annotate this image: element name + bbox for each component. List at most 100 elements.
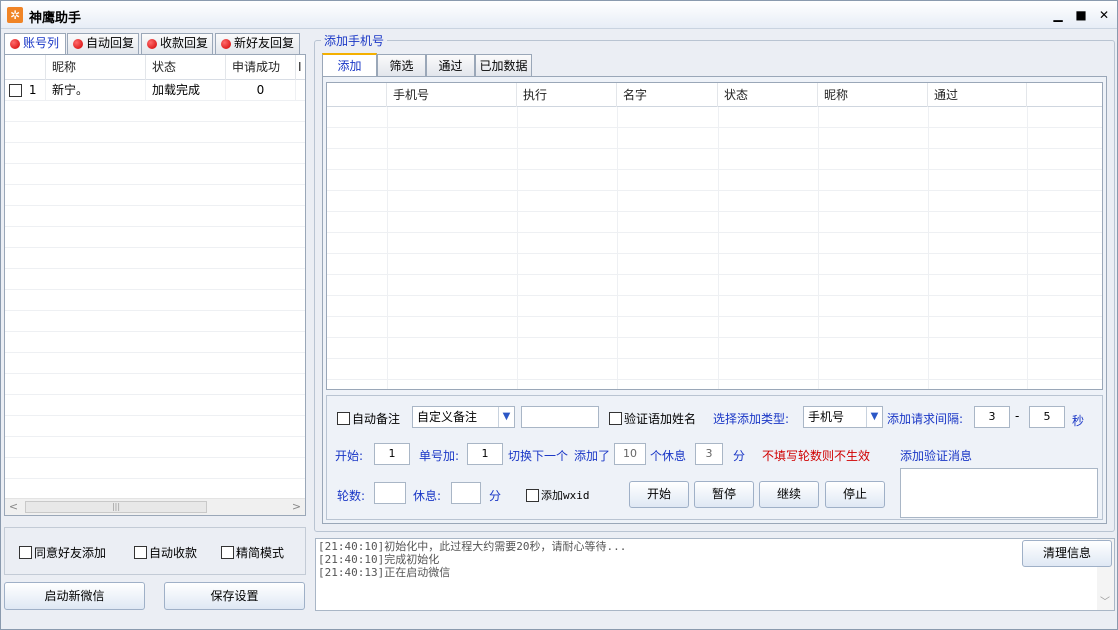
minimize-icon[interactable]: ▁ — [1049, 7, 1067, 23]
tab-filter[interactable]: 筛选 — [377, 54, 426, 76]
rest-input[interactable]: 3 — [695, 443, 723, 465]
empty-row — [5, 185, 305, 206]
pause-button[interactable]: 暂停 — [694, 481, 754, 508]
auto-remark-checkbox[interactable] — [337, 412, 350, 425]
auto-collect-option[interactable]: 自动收款 — [134, 544, 197, 561]
tab-pass[interactable]: 通过 — [426, 54, 475, 76]
maximize-icon[interactable]: ■ — [1072, 7, 1090, 23]
add-type-select[interactable]: 手机号 ▼ — [803, 406, 883, 428]
empty-row — [5, 416, 305, 437]
cell-nickname: 新宁。 — [46, 80, 146, 101]
add-wxid-option[interactable]: 添加wxid — [526, 487, 590, 503]
agree-friend-checkbox[interactable] — [19, 546, 32, 559]
empty-row — [5, 311, 305, 332]
row-select[interactable]: 1 — [5, 80, 46, 101]
stop-button[interactable]: 停止 — [825, 481, 885, 508]
record-dot-icon — [73, 39, 83, 49]
add-wxid-checkbox[interactable] — [526, 488, 539, 502]
empty-row — [5, 479, 305, 500]
per-number-input[interactable]: 1 — [467, 443, 503, 465]
tab-label: 新好友回复 — [234, 36, 295, 50]
chevron-down-icon: ▼ — [866, 407, 882, 427]
account-list[interactable]: 昵称 状态 申请成功 I 1 新宁。 加载完成 0 < ||| > — [4, 54, 306, 516]
switch-label: 切换下一个 — [508, 449, 569, 463]
header-status[interactable]: 状态 — [146, 55, 226, 80]
tab-added-data[interactable]: 已加数据 — [475, 54, 532, 76]
remark-input[interactable] — [521, 406, 599, 428]
window-title: 神鹰助手 — [29, 11, 82, 26]
auto-collect-checkbox[interactable] — [134, 546, 147, 559]
log-line: [21:40:13]正在启动微信 — [318, 566, 451, 579]
start-input[interactable]: 1 — [374, 443, 410, 465]
app-logo-icon: ✲ — [7, 7, 23, 23]
tab-label: 收款回复 — [160, 36, 209, 50]
start-button[interactable]: 开始 — [629, 481, 689, 508]
remark-select[interactable]: 自定义备注 ▼ — [412, 406, 515, 428]
empty-row — [327, 233, 1102, 254]
continue-button[interactable]: 继续 — [759, 481, 819, 508]
tab-label: 自动回复 — [86, 36, 135, 50]
header-passed[interactable]: 通过 — [928, 83, 1027, 107]
account-list-header: 昵称 状态 申请成功 I — [5, 55, 305, 80]
auto-collect-label: 自动收款 — [149, 546, 198, 560]
interval-dash: - — [1015, 409, 1020, 423]
header-name[interactable]: 名字 — [617, 83, 718, 107]
agree-friend-option[interactable]: 同意好友添加 — [19, 544, 106, 561]
empty-row — [327, 275, 1102, 296]
empty-row — [5, 101, 305, 122]
tab-new-friend-reply[interactable]: 新好友回复 — [215, 33, 300, 54]
table-row[interactable]: 1 新宁。 加载完成 0 — [5, 80, 305, 101]
added-count-input[interactable]: 10 — [614, 443, 646, 465]
verify-add-name-option[interactable]: 验证语加姓名 — [609, 410, 696, 427]
rest2-input[interactable] — [451, 482, 481, 504]
header-more[interactable]: I — [296, 55, 305, 80]
row-checkbox[interactable] — [9, 84, 22, 97]
auto-remark-option[interactable]: 自动备注 — [337, 410, 400, 427]
header-success[interactable]: 申请成功 — [226, 55, 296, 80]
scroll-down-icon[interactable]: ﹀ — [1100, 593, 1110, 608]
tab-add[interactable]: 添加 — [322, 53, 377, 76]
clear-log-button[interactable]: 清理信息 — [1022, 540, 1112, 567]
start-wechat-button[interactable]: 启动新微信 — [4, 582, 145, 610]
rounds-input[interactable] — [374, 482, 406, 504]
empty-row — [5, 227, 305, 248]
save-settings-button[interactable]: 保存设置 — [164, 582, 305, 610]
tab-accounts[interactable]: 账号列 — [4, 33, 66, 55]
chevron-down-icon: ▼ — [498, 407, 514, 427]
header-nickname[interactable]: 昵称 — [818, 83, 928, 107]
empty-row — [5, 437, 305, 458]
header-nickname[interactable]: 昵称 — [46, 55, 146, 80]
phone-table[interactable]: 手机号 执行 名字 状态 昵称 通过 — [326, 82, 1103, 390]
add-type-value: 手机号 — [808, 410, 845, 424]
verify-msg-label: 添加验证消息 — [900, 449, 973, 463]
agree-friend-label: 同意好友添加 — [34, 546, 107, 560]
scroll-right-icon[interactable]: > — [288, 499, 305, 515]
tab-payment-reply[interactable]: 收款回复 — [141, 33, 213, 54]
header-state[interactable]: 状态 — [718, 83, 818, 107]
header-phone[interactable]: 手机号 — [387, 83, 517, 107]
empty-row — [327, 317, 1102, 338]
simple-mode-option[interactable]: 精简模式 — [221, 544, 284, 561]
verify-add-name-checkbox[interactable] — [609, 412, 622, 425]
scroll-left-icon[interactable]: < — [5, 499, 22, 515]
simple-mode-checkbox[interactable] — [221, 546, 234, 559]
empty-row — [327, 296, 1102, 317]
empty-row — [5, 164, 305, 185]
log-panel[interactable]: [21:40:10]初始化中，此过程大约需要20秒，请耐心等待... [21:4… — [315, 538, 1115, 611]
tab-auto-reply[interactable]: 自动回复 — [67, 33, 139, 54]
rounds-warning: 不填写轮数则不生效 — [762, 449, 871, 463]
close-icon[interactable]: ✕ — [1095, 7, 1113, 23]
empty-row — [327, 191, 1102, 212]
interval-min-input[interactable]: 3 — [974, 406, 1010, 428]
header-execute[interactable]: 执行 — [517, 83, 617, 107]
horizontal-scrollbar[interactable]: < ||| > — [5, 498, 305, 515]
empty-row — [327, 170, 1102, 191]
interval-max-input[interactable]: 5 — [1029, 406, 1065, 428]
verify-message-textarea[interactable] — [900, 468, 1098, 518]
rest2-unit: 分 — [489, 489, 502, 503]
left-options-box: 同意好友添加 自动收款 精简模式 — [4, 527, 306, 575]
start-label: 开始: — [335, 449, 364, 463]
scroll-thumb[interactable]: ||| — [25, 501, 207, 513]
added-label: 添加了 — [574, 449, 611, 463]
record-dot-icon — [221, 39, 231, 49]
